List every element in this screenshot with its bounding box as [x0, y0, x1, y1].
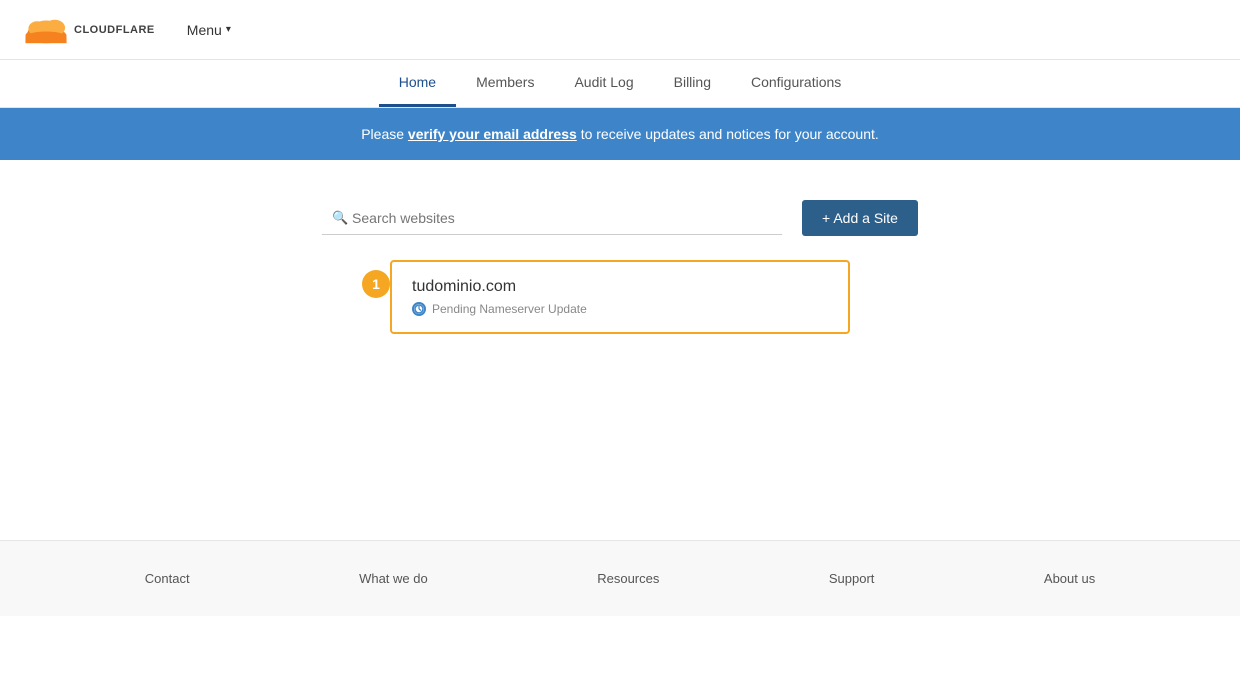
email-verification-banner: Please verify your email address to rece… [0, 108, 1240, 160]
tab-members[interactable]: Members [456, 60, 554, 107]
site-card[interactable]: tudominio.com Pending Nameserver Update [390, 260, 850, 334]
search-wrapper: 🔍 [322, 202, 782, 235]
cloudflare-logo: CLOUDFLARE [24, 15, 155, 45]
cloudflare-logo-icon [24, 15, 68, 45]
search-add-row: 🔍 + Add a Site [24, 200, 1216, 236]
tab-configurations[interactable]: Configurations [731, 60, 861, 107]
add-site-button[interactable]: + Add a Site [802, 200, 918, 236]
footer: Contact What we do Resources Support Abo… [0, 540, 1240, 616]
main-content: 🔍 + Add a Site 1 tudominio.com Pending [0, 160, 1240, 540]
site-status: Pending Nameserver Update [412, 302, 828, 316]
tab-audit-log[interactable]: Audit Log [554, 60, 653, 107]
nav-tabs: Home Members Audit Log Billing Configura… [379, 60, 862, 107]
banner-text-after: to receive updates and notices for your … [581, 126, 879, 142]
search-input[interactable] [322, 202, 782, 235]
menu-button[interactable]: Menu ▾ [187, 22, 231, 38]
header: CLOUDFLARE Menu ▾ [0, 0, 1240, 60]
logo-text: CLOUDFLARE [74, 24, 155, 36]
chevron-down-icon: ▾ [226, 24, 231, 35]
footer-link-about-us[interactable]: About us [1044, 571, 1095, 586]
tab-home[interactable]: Home [379, 60, 456, 107]
tab-billing[interactable]: Billing [654, 60, 731, 107]
footer-link-resources[interactable]: Resources [597, 571, 659, 586]
site-badge-number: 1 [362, 270, 390, 298]
site-status-text: Pending Nameserver Update [432, 302, 587, 316]
banner-text-before: Please [361, 126, 408, 142]
verify-email-link[interactable]: verify your email address [408, 126, 577, 142]
footer-links: Contact What we do Resources Support Abo… [60, 561, 1180, 596]
site-domain: tudominio.com [412, 278, 828, 296]
search-icon: 🔍 [332, 210, 348, 226]
pending-status-icon [412, 302, 426, 316]
site-list-container: 1 tudominio.com Pending Nameserver Updat… [390, 260, 850, 334]
nav-bar: Home Members Audit Log Billing Configura… [0, 60, 1240, 108]
footer-link-what-we-do[interactable]: What we do [359, 571, 428, 586]
sites-area: 1 tudominio.com Pending Nameserver Updat… [24, 260, 1216, 334]
footer-link-contact[interactable]: Contact [145, 571, 190, 586]
logo-area: CLOUDFLARE Menu ▾ [24, 15, 231, 45]
footer-link-support[interactable]: Support [829, 571, 875, 586]
